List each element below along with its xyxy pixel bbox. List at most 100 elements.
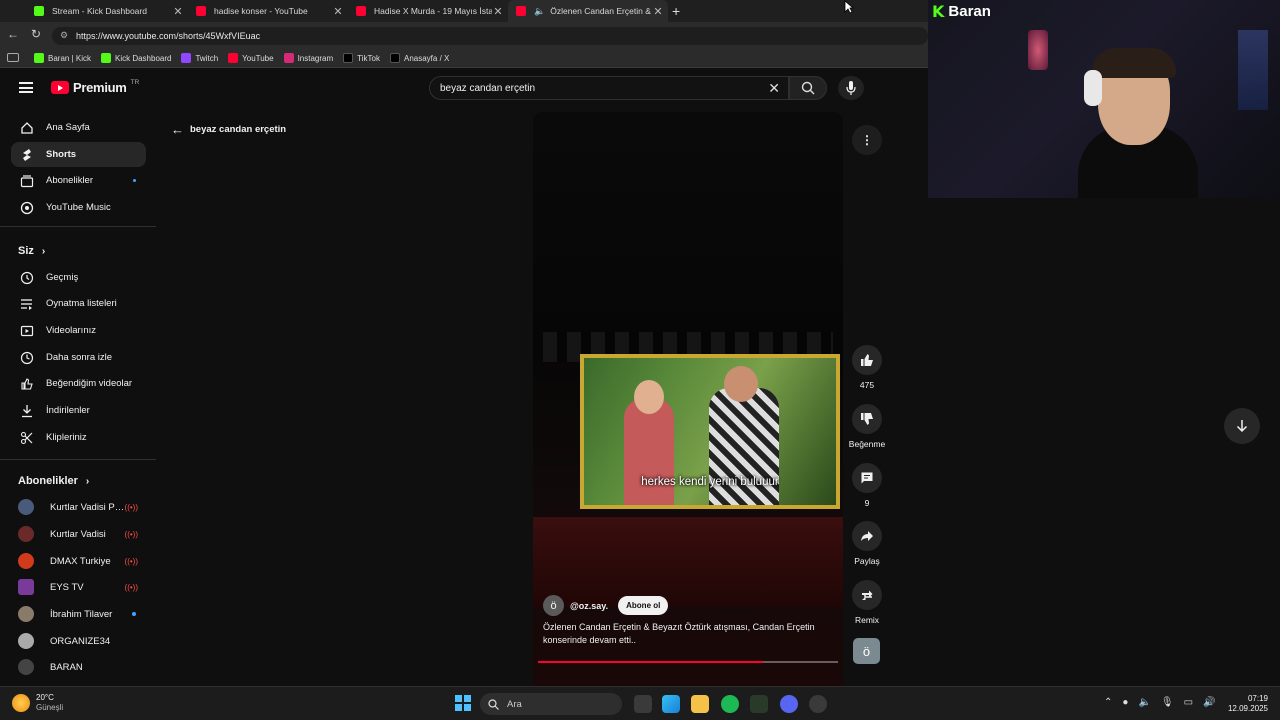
sidebar-item-liked[interactable]: Beğendiğim videolar — [11, 371, 146, 396]
file-explorer-icon[interactable] — [691, 695, 709, 713]
close-icon[interactable]: ✕ — [172, 5, 184, 18]
sidebar-item-home[interactable]: Ana Sayfa — [11, 115, 146, 140]
chevron-up-icon[interactable]: ⌃ — [1104, 697, 1112, 708]
tab-hadise-konser[interactable]: hadise konser - YouTube ✕ — [188, 0, 348, 22]
share-button[interactable] — [852, 521, 882, 551]
bookmark-youtube[interactable]: YouTube — [228, 53, 274, 63]
subscription-item[interactable]: İbrahim Tilaver — [18, 603, 146, 625]
youtube-icon — [356, 6, 366, 16]
sound-source-thumbnail[interactable]: ö — [853, 638, 880, 664]
bookmark-tiktok[interactable]: TikTok — [343, 53, 380, 63]
sidebar-item-clips[interactable]: Klipleriniz — [11, 425, 146, 450]
clips-icon — [20, 431, 34, 445]
site-info-icon[interactable]: ⚙ — [60, 30, 68, 41]
sidebar-item-shorts[interactable]: Shorts — [11, 142, 146, 167]
bookmark-kick-dashboard[interactable]: Kick Dashboard — [100, 53, 171, 63]
close-icon[interactable]: ✕ — [492, 5, 504, 18]
subscribe-button[interactable]: Abone ol — [618, 596, 669, 615]
sidebar-item-history[interactable]: Geçmiş — [11, 265, 146, 290]
channel-avatar — [18, 553, 34, 569]
speaker-icon: 🔈 — [534, 5, 546, 16]
subscription-item[interactable]: Kurtlar Vadisi Pu... ((•)) — [18, 496, 146, 518]
microphone-icon — [846, 81, 856, 95]
volume-icon[interactable]: 🔈 — [1138, 697, 1150, 708]
subscription-item[interactable]: Kurtlar Vadisi ((•)) — [18, 523, 146, 545]
system-tray[interactable]: ⌃ ● 🔈 🎙 ▭ 🔊 — [1104, 697, 1216, 708]
next-short-button[interactable] — [1224, 408, 1260, 444]
webcam-overlay: K Baran — [928, 0, 1280, 198]
edge-icon[interactable] — [662, 695, 680, 713]
clock[interactable]: 07:19 12.09.2025 — [1226, 694, 1268, 714]
home-icon — [20, 121, 34, 135]
back-to-search-link[interactable]: ← beyaz candan erçetin — [171, 122, 286, 137]
microphone-icon[interactable]: 🎙 — [1161, 697, 1174, 708]
display-icon[interactable]: ▭ — [1184, 697, 1193, 708]
more-options-button[interactable]: ⋮ — [852, 125, 882, 155]
sidebar-item-subscriptions[interactable]: Abonelikler — [11, 168, 146, 193]
subscription-item[interactable]: DMAX Turkiye ((•)) — [18, 550, 146, 572]
search-input[interactable]: beyaz candan erçetin ✕ — [429, 76, 789, 100]
weather-widget[interactable]: 20°C Güneşli — [12, 693, 63, 713]
sidebar-item-music[interactable]: YouTube Music — [11, 195, 146, 220]
remix-icon — [862, 590, 873, 600]
tab-hadise-murda[interactable]: Hadise X Murda - 19 Mayıs İstanb ✕ — [348, 0, 508, 22]
channel-avatar — [18, 579, 34, 595]
sidebar-item-playlists[interactable]: Oynatma listeleri — [11, 291, 146, 316]
back-icon[interactable]: ← — [7, 27, 19, 41]
bookmark-x[interactable]: Anasayfa / X — [389, 53, 449, 63]
short-title[interactable]: Özlenen Candan Erçetin & Beyazıt Öztürk … — [543, 621, 833, 647]
youtube-premium-logo[interactable]: Premium TR — [51, 79, 139, 95]
video-progress-fill — [538, 661, 763, 663]
sidebar-item-watch-later[interactable]: Daha sonra izle — [11, 345, 146, 370]
video-progress-track[interactable] — [538, 661, 838, 663]
video-subtitle: herkes kendi yerini buluuur — [641, 476, 779, 488]
shorts-icon — [20, 148, 34, 162]
speaker-icon[interactable]: 🔊 — [1203, 697, 1215, 708]
url-bar[interactable]: ⚙ https://www.youtube.com/shorts/45WxfVI… — [52, 27, 928, 45]
remix-button[interactable] — [852, 580, 882, 610]
search-button[interactable] — [789, 76, 827, 100]
discord-icon[interactable] — [780, 695, 798, 713]
live-icon: ((•)) — [124, 582, 138, 592]
tray-app-icon[interactable]: ● — [1122, 697, 1128, 708]
comments-button[interactable] — [852, 463, 882, 493]
bookmark-twitch[interactable]: Twitch — [181, 53, 218, 63]
short-video-player[interactable]: herkes kendi yerini buluuur ö @oz.say. A… — [533, 112, 843, 686]
divider — [0, 459, 156, 460]
bookmark-instagram[interactable]: Instagram — [283, 53, 333, 63]
start-button[interactable] — [455, 695, 471, 711]
sidebar-item-your-videos[interactable]: Videolarınız — [11, 318, 146, 343]
clear-search-icon[interactable]: ✕ — [768, 80, 780, 97]
spotify-icon[interactable] — [721, 695, 739, 713]
comment-icon — [861, 472, 873, 484]
tab-kick-dashboard[interactable]: Stream - Kick Dashboard ✕ — [26, 0, 188, 22]
tab-ozlenen-candan[interactable]: 🔈 Özlenen Candan Erçetin & B ✕ — [508, 0, 668, 22]
divider — [0, 226, 156, 227]
bookmark-baran-kick[interactable]: Baran | Kick — [34, 53, 91, 63]
bookmarks-bar: Baran | Kick Kick Dashboard Twitch YouTu… — [0, 49, 928, 68]
section-you-heading[interactable]: Siz › — [18, 245, 45, 257]
reload-icon[interactable]: ↻ — [31, 27, 41, 41]
channel-name[interactable]: @oz.say. — [570, 601, 608, 611]
voice-search-button[interactable] — [838, 76, 864, 100]
dislike-button[interactable] — [852, 404, 882, 434]
subscription-item[interactable]: EYS TV ((•)) — [18, 576, 146, 598]
reading-list-icon[interactable] — [7, 53, 19, 62]
like-button[interactable] — [852, 345, 882, 375]
app-icon[interactable] — [750, 695, 768, 713]
sidebar-item-downloads[interactable]: İndirilenler — [11, 398, 146, 423]
subscription-item[interactable]: ORGANIZE34 — [18, 630, 146, 652]
channel-avatar[interactable]: ö — [543, 595, 564, 616]
close-icon[interactable]: ✕ — [332, 5, 344, 18]
close-icon[interactable]: ✕ — [652, 5, 664, 18]
taskbar-search[interactable]: Ara — [480, 693, 622, 715]
kick-logo-icon: K — [932, 2, 945, 21]
app-icon[interactable] — [809, 695, 827, 713]
new-tab-button[interactable]: + — [672, 3, 680, 19]
section-subscriptions-heading[interactable]: Abonelikler › — [18, 475, 89, 487]
subscription-item[interactable]: BARAN — [18, 656, 146, 678]
stage-screen: herkes kendi yerini buluuur — [580, 354, 840, 509]
menu-icon[interactable] — [19, 82, 33, 93]
remix-label: Remix — [854, 615, 880, 625]
task-view-icon[interactable] — [634, 695, 652, 713]
